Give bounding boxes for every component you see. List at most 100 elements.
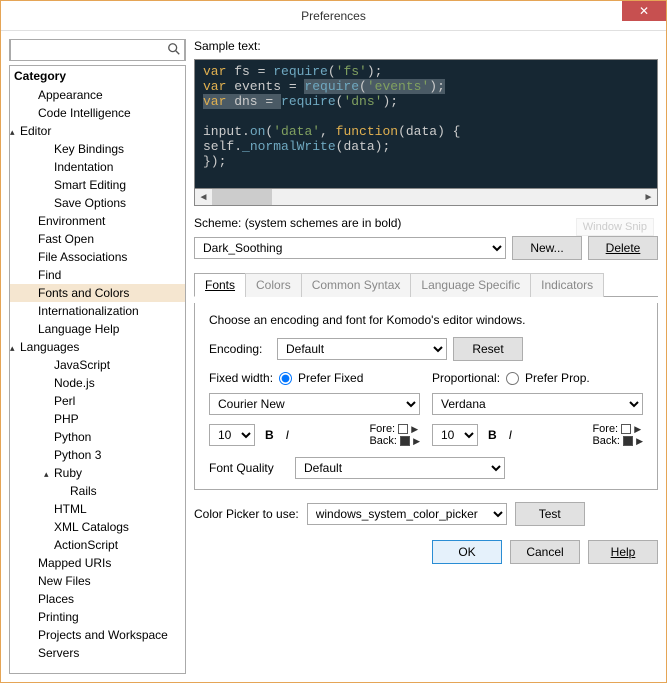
scheme-delete-button[interactable]: Delete bbox=[588, 236, 658, 260]
titlebar: Preferences ✕ bbox=[1, 1, 666, 31]
tree-item[interactable]: ActionScript bbox=[10, 536, 185, 554]
tab-fonts[interactable]: Fonts bbox=[194, 273, 246, 297]
chevron-right-icon[interactable]: ▶ bbox=[411, 424, 418, 434]
tree-item-label: Ruby bbox=[54, 466, 82, 480]
tree-item[interactable]: HTML bbox=[10, 500, 185, 518]
tree-item-label: Mapped URIs bbox=[38, 556, 111, 570]
color-picker-label: Color Picker to use: bbox=[194, 507, 299, 521]
tree-item-label: Environment bbox=[38, 214, 105, 228]
sample-text-editor[interactable]: var fs = require('fs'); var events = req… bbox=[194, 59, 658, 189]
tree-item[interactable]: Smart Editing bbox=[10, 176, 185, 194]
tree-item[interactable]: ▴Languages bbox=[10, 338, 185, 356]
help-button[interactable]: Help bbox=[588, 540, 658, 564]
scheme-new-button[interactable]: New... bbox=[512, 236, 582, 260]
tree-item[interactable]: Language Help bbox=[10, 320, 185, 338]
tab-common-syntax[interactable]: Common Syntax bbox=[301, 273, 412, 297]
tree-item-label: Language Help bbox=[38, 322, 119, 336]
twisty-icon[interactable]: ▴ bbox=[44, 469, 54, 480]
tree-item[interactable]: ▴Editor bbox=[10, 122, 185, 140]
tree-item[interactable]: New Files bbox=[10, 572, 185, 590]
right-panel: Sample text: var fs = require('fs'); var… bbox=[194, 39, 658, 674]
tree-item[interactable]: Indentation bbox=[10, 158, 185, 176]
tree-item-label: HTML bbox=[54, 502, 87, 516]
fixed-fore-swatch[interactable] bbox=[398, 424, 408, 434]
tree-item[interactable]: Internationalization bbox=[10, 302, 185, 320]
color-picker-test-button[interactable]: Test bbox=[515, 502, 585, 526]
tree-item[interactable]: Save Options bbox=[10, 194, 185, 212]
tree-item-label: Python bbox=[54, 430, 91, 444]
tree-item[interactable]: Projects and Workspace bbox=[10, 626, 185, 644]
fixed-italic-toggle[interactable]: I bbox=[284, 428, 291, 442]
tree-item-label: Python 3 bbox=[54, 448, 101, 462]
prefer-prop-radio[interactable] bbox=[506, 372, 519, 385]
twisty-icon[interactable]: ▴ bbox=[10, 343, 20, 354]
fixed-bold-toggle[interactable]: B bbox=[263, 428, 276, 442]
tree-item[interactable]: Rails bbox=[10, 482, 185, 500]
font-quality-select[interactable]: Default bbox=[295, 457, 505, 479]
tree-item[interactable]: Python bbox=[10, 428, 185, 446]
tree-item[interactable]: Perl bbox=[10, 392, 185, 410]
color-picker-select[interactable]: windows_system_color_picker bbox=[307, 503, 507, 525]
tree-item[interactable]: Places bbox=[10, 590, 185, 608]
sample-hscrollbar[interactable]: ◄ ► bbox=[194, 189, 658, 206]
prefer-fixed-label: Prefer Fixed bbox=[298, 371, 363, 385]
tree-item[interactable]: ▴Ruby bbox=[10, 464, 185, 482]
prop-size-select[interactable]: 10 bbox=[432, 424, 478, 446]
tree-item[interactable]: XML Catalogs bbox=[10, 518, 185, 536]
reset-button[interactable]: Reset bbox=[453, 337, 523, 361]
prop-italic-toggle[interactable]: I bbox=[507, 428, 514, 442]
twisty-icon[interactable]: ▴ bbox=[10, 127, 20, 138]
prop-font-select[interactable]: Verdana bbox=[432, 393, 643, 415]
tree-item-label: Find bbox=[38, 268, 61, 282]
tree-item[interactable]: Mapped URIs bbox=[10, 554, 185, 572]
tree-item[interactable]: File Associations bbox=[10, 248, 185, 266]
cancel-button[interactable]: Cancel bbox=[510, 540, 580, 564]
tree-item-label: Places bbox=[38, 592, 74, 606]
ok-button[interactable]: OK bbox=[432, 540, 502, 564]
font-quality-label: Font Quality bbox=[209, 461, 289, 475]
prefer-fixed-radio[interactable] bbox=[279, 372, 292, 385]
fixed-font-select[interactable]: Courier New bbox=[209, 393, 420, 415]
scroll-left-icon[interactable]: ◄ bbox=[195, 189, 212, 205]
tab-language-specific[interactable]: Language Specific bbox=[410, 273, 531, 297]
prop-bold-toggle[interactable]: B bbox=[486, 428, 499, 442]
tree-item[interactable]: Python 3 bbox=[10, 446, 185, 464]
fixed-back-swatch[interactable] bbox=[400, 436, 410, 446]
tree-item[interactable]: Code Intelligence bbox=[10, 104, 185, 122]
encoding-select[interactable]: Default bbox=[277, 338, 447, 360]
search-icon[interactable] bbox=[167, 42, 181, 59]
left-panel: Category AppearanceCode Intelligence▴Edi… bbox=[9, 39, 186, 674]
tree-item[interactable]: Fast Open bbox=[10, 230, 185, 248]
prop-fore-swatch[interactable] bbox=[621, 424, 631, 434]
close-button[interactable]: ✕ bbox=[622, 1, 666, 21]
scheme-select[interactable]: Dark_Soothing bbox=[194, 237, 506, 259]
tree-item[interactable]: Printing bbox=[10, 608, 185, 626]
scroll-thumb[interactable] bbox=[212, 189, 272, 205]
tree-item[interactable]: PHP bbox=[10, 410, 185, 428]
tree-item[interactable]: JavaScript bbox=[10, 356, 185, 374]
tree-item[interactable]: Servers bbox=[10, 644, 185, 662]
tree-item[interactable]: Key Bindings bbox=[10, 140, 185, 158]
tree-item[interactable]: Node.js bbox=[10, 374, 185, 392]
chevron-right-icon[interactable]: ▶ bbox=[636, 436, 643, 446]
fixed-size-select[interactable]: 10 bbox=[209, 424, 255, 446]
category-tree[interactable]: Category AppearanceCode Intelligence▴Edi… bbox=[9, 65, 186, 674]
tree-item[interactable]: Find bbox=[10, 266, 185, 284]
chevron-right-icon[interactable]: ▶ bbox=[413, 436, 420, 446]
tree-item[interactable]: Fonts and Colors bbox=[10, 284, 185, 302]
chevron-right-icon[interactable]: ▶ bbox=[634, 424, 641, 434]
encoding-label: Encoding: bbox=[209, 342, 271, 356]
tree-item[interactable]: Appearance bbox=[10, 86, 185, 104]
tree-item-label: PHP bbox=[54, 412, 79, 426]
tab-colors[interactable]: Colors bbox=[245, 273, 302, 297]
fixed-width-label: Fixed width: bbox=[209, 371, 273, 385]
tree-item-label: Fast Open bbox=[38, 232, 94, 246]
prop-back-swatch[interactable] bbox=[623, 436, 633, 446]
tabs: Fonts Colors Common Syntax Language Spec… bbox=[194, 272, 658, 297]
tree-header: Category bbox=[10, 66, 185, 86]
search-input[interactable] bbox=[10, 39, 185, 61]
tree-item[interactable]: Environment bbox=[10, 212, 185, 230]
tree-item-label: Perl bbox=[54, 394, 75, 408]
scroll-right-icon[interactable]: ► bbox=[640, 189, 657, 205]
tab-indicators[interactable]: Indicators bbox=[530, 273, 604, 297]
